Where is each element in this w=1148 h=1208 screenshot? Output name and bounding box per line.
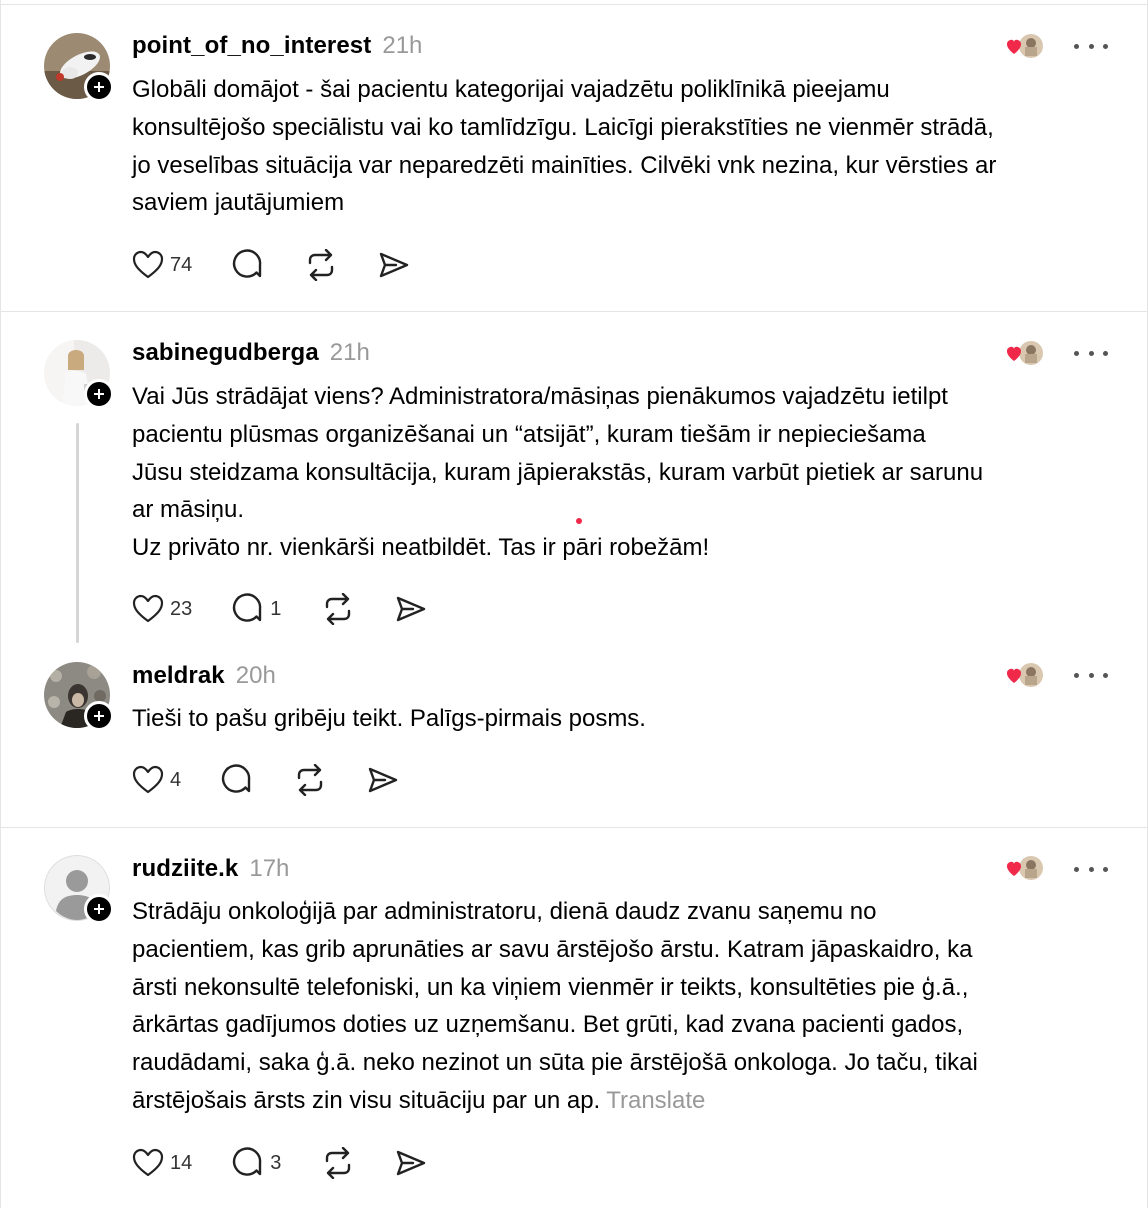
post-divider bbox=[1, 827, 1148, 828]
reply-button[interactable]: 3 bbox=[232, 1147, 281, 1179]
post-header: rudziite.k 17h bbox=[132, 855, 289, 883]
like-button[interactable]: 23 bbox=[132, 594, 192, 624]
follow-button[interactable] bbox=[84, 701, 114, 731]
cursor-dot bbox=[576, 518, 582, 524]
more-dot bbox=[1074, 866, 1079, 872]
reply-count: 1 bbox=[270, 597, 282, 620]
more-dot bbox=[1088, 350, 1094, 356]
translate-link[interactable]: Translate bbox=[606, 1087, 705, 1114]
repost-icon bbox=[326, 1147, 351, 1179]
post-actions: 4 bbox=[132, 762, 439, 798]
repost-button[interactable] bbox=[304, 249, 338, 281]
liked-by-icon bbox=[1006, 34, 1043, 58]
post-text: Strādāju onkoloģijā par administratoru, … bbox=[132, 893, 1102, 1120]
more-options-button[interactable] bbox=[1074, 670, 1108, 680]
username[interactable]: sabinegudberga bbox=[132, 339, 319, 367]
reply-button[interactable] bbox=[221, 764, 253, 796]
more-dot bbox=[1103, 350, 1108, 356]
send-icon bbox=[368, 767, 398, 793]
share-button[interactable] bbox=[367, 765, 399, 795]
thread-line bbox=[76, 423, 79, 643]
post-actions: 23 1 bbox=[132, 591, 467, 627]
post-header: sabinegudberga 21h bbox=[132, 339, 370, 367]
post-header: meldrak 20h bbox=[132, 662, 276, 690]
liked-by-avatars[interactable] bbox=[1004, 339, 1046, 369]
repost-icon bbox=[297, 764, 323, 796]
more-options-button[interactable] bbox=[1074, 41, 1108, 51]
follow-button[interactable] bbox=[84, 894, 114, 924]
post-header: point_of_no_interest 21h bbox=[132, 32, 422, 60]
like-button[interactable]: 14 bbox=[132, 1148, 192, 1178]
like-count: 14 bbox=[170, 1151, 193, 1174]
more-dot bbox=[1074, 43, 1079, 49]
comment-icon bbox=[233, 593, 262, 622]
repost-button[interactable] bbox=[321, 593, 355, 625]
thread-feed: point_of_no_interest 21h Globāli domājot… bbox=[0, 0, 1148, 1208]
send-icon bbox=[380, 252, 409, 278]
username[interactable]: point_of_no_interest bbox=[132, 32, 371, 60]
liked-by-icon bbox=[1006, 341, 1043, 365]
post-actions: 74 bbox=[132, 247, 450, 283]
liked-by-avatars[interactable] bbox=[1004, 661, 1046, 691]
comment-icon bbox=[233, 249, 262, 278]
reply-count: 3 bbox=[270, 1151, 282, 1174]
share-button[interactable] bbox=[395, 594, 427, 624]
more-dot bbox=[1074, 350, 1079, 356]
repost-icon bbox=[309, 249, 334, 281]
more-options-button[interactable] bbox=[1074, 864, 1108, 874]
post-actions: 14 3 bbox=[132, 1145, 467, 1181]
reply-button[interactable] bbox=[232, 249, 264, 281]
liked-by-avatars[interactable] bbox=[1004, 32, 1046, 62]
post-text: Vai Jūs strādājat viens? Administratora/… bbox=[132, 383, 984, 562]
send-icon bbox=[397, 596, 426, 622]
follow-button[interactable] bbox=[84, 72, 114, 102]
like-button[interactable]: 4 bbox=[132, 765, 181, 795]
top-divider bbox=[1, 4, 1147, 5]
share-button[interactable] bbox=[378, 250, 410, 280]
post-time: 21h bbox=[329, 339, 370, 366]
heart-icon bbox=[132, 1148, 164, 1177]
liked-by-avatars[interactable] bbox=[1004, 854, 1046, 884]
liked-by-icon bbox=[1006, 663, 1043, 687]
heart-icon bbox=[132, 594, 164, 623]
post-divider bbox=[1, 311, 1148, 312]
post-text: Tieši to pašu gribēju teikt. Palīgs-pirm… bbox=[132, 705, 646, 732]
more-dot bbox=[1103, 672, 1108, 678]
heart-icon bbox=[132, 765, 164, 794]
like-button[interactable]: 74 bbox=[132, 250, 192, 280]
post-time: 17h bbox=[249, 855, 290, 882]
repost-icon bbox=[326, 593, 351, 625]
post-text: Globāli domājot - šai pacientu kategorij… bbox=[132, 76, 997, 217]
like-count: 74 bbox=[170, 253, 193, 276]
like-count: 4 bbox=[170, 768, 182, 791]
post-time: 21h bbox=[382, 32, 423, 59]
post-text-content: Strādāju onkoloģijā par administratoru, … bbox=[132, 898, 978, 1114]
heart-icon bbox=[132, 250, 164, 279]
repost-button[interactable] bbox=[293, 764, 327, 796]
repost-button[interactable] bbox=[321, 1147, 355, 1179]
comment-icon bbox=[233, 1147, 262, 1176]
more-dot bbox=[1103, 866, 1108, 872]
more-dot bbox=[1088, 43, 1094, 49]
more-dot bbox=[1103, 43, 1108, 49]
like-count: 23 bbox=[170, 597, 193, 620]
comment-icon bbox=[222, 764, 251, 793]
send-icon bbox=[397, 1150, 426, 1176]
username[interactable]: rudziite.k bbox=[132, 855, 238, 883]
username[interactable]: meldrak bbox=[132, 662, 225, 690]
follow-button[interactable] bbox=[84, 379, 114, 409]
post-time: 20h bbox=[235, 662, 276, 689]
reply-button[interactable]: 1 bbox=[232, 593, 281, 625]
more-dot bbox=[1088, 672, 1094, 678]
share-button[interactable] bbox=[395, 1148, 427, 1178]
more-options-button[interactable] bbox=[1074, 348, 1108, 358]
more-dot bbox=[1074, 672, 1079, 678]
more-dot bbox=[1088, 866, 1094, 872]
liked-by-icon bbox=[1006, 856, 1043, 880]
